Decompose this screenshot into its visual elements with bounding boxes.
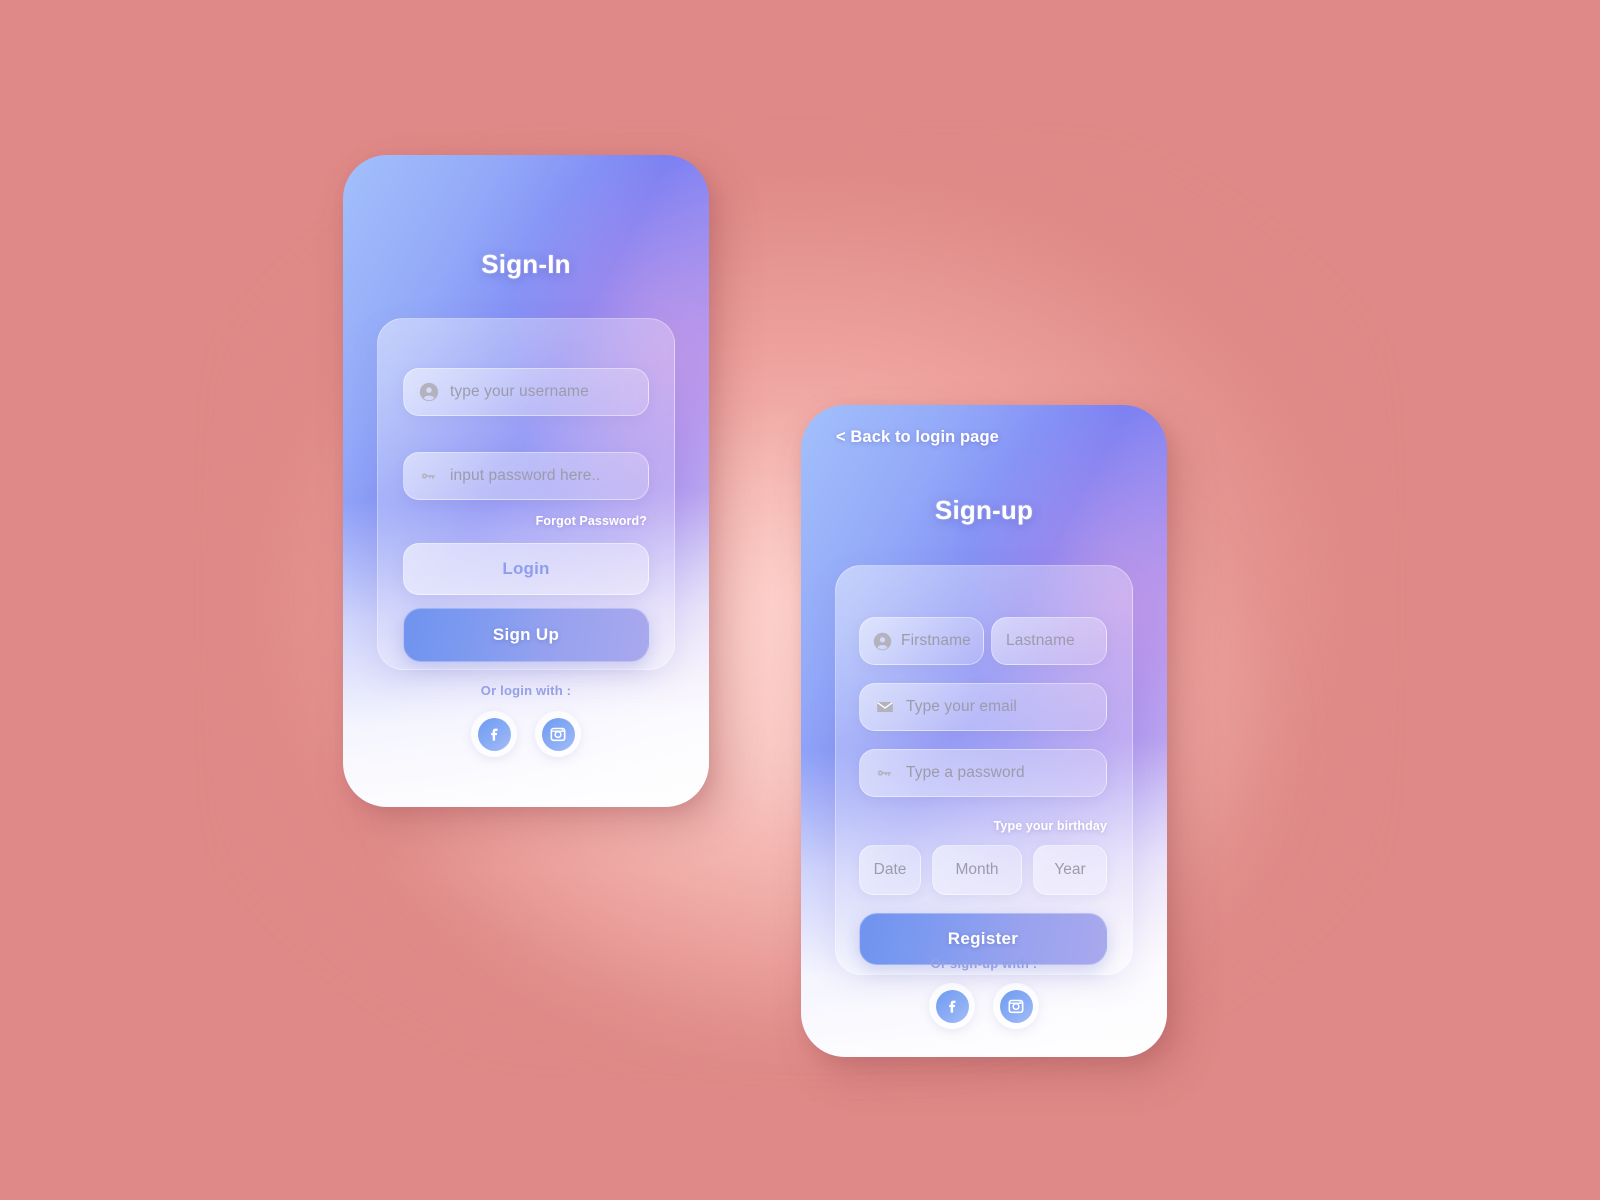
signin-title-text: Sign-In	[477, 249, 575, 282]
instagram-icon	[541, 717, 575, 751]
key-icon	[418, 465, 440, 487]
email-placeholder: Type your email	[906, 698, 1017, 715]
signin-page-title: Sign-In	[343, 249, 709, 282]
signin-social-label: Or login with :	[480, 683, 572, 698]
firstname-input[interactable]: Firstname	[859, 617, 984, 665]
username-placeholder: type your username	[450, 383, 589, 400]
login-button[interactable]: Login	[403, 543, 649, 595]
instagram-signup-button[interactable]	[993, 983, 1039, 1029]
signup-title-text: Sign-up	[931, 495, 1037, 528]
signin-card: Sign-In type your username input passwor…	[343, 155, 709, 807]
signup-button[interactable]: Sign Up	[403, 608, 649, 662]
facebook-signup-button[interactable]	[929, 983, 975, 1029]
back-to-login-link[interactable]: < Back to login page	[836, 428, 999, 447]
person-icon	[872, 631, 893, 652]
forgot-password-link[interactable]: Forgot Password?	[536, 514, 647, 528]
instagram-icon	[999, 989, 1033, 1023]
password-placeholder: input password here..	[450, 467, 601, 484]
signup-social-label: Or sign-up with :	[930, 956, 1038, 971]
firstname-placeholder: Firstname	[901, 632, 971, 649]
instagram-login-button[interactable]	[535, 711, 581, 757]
lastname-placeholder: Lastname	[1006, 632, 1075, 649]
facebook-login-button[interactable]	[471, 711, 517, 757]
birthday-month-select[interactable]: Month	[932, 845, 1022, 895]
signup-card: < Back to login page Sign-up Firstname L…	[801, 405, 1167, 1057]
mail-icon	[874, 696, 896, 718]
lastname-input[interactable]: Lastname	[991, 617, 1107, 665]
signup-page-title: Sign-up	[801, 495, 1167, 528]
signup-password-input[interactable]: Type a password	[859, 749, 1107, 797]
facebook-icon	[477, 717, 511, 751]
password-input[interactable]: input password here..	[403, 452, 649, 500]
signup-social-row	[801, 983, 1167, 1029]
facebook-icon	[935, 989, 969, 1023]
key-icon	[874, 762, 896, 784]
birthday-label: Type your birthday	[993, 819, 1107, 833]
birthday-year-select[interactable]: Year	[1033, 845, 1107, 895]
username-input[interactable]: type your username	[403, 368, 649, 416]
signup-password-placeholder: Type a password	[906, 764, 1025, 781]
email-input[interactable]: Type your email	[859, 683, 1107, 731]
signin-social-row	[343, 711, 709, 757]
birthday-date-select[interactable]: Date	[859, 845, 921, 895]
person-icon	[418, 381, 440, 403]
